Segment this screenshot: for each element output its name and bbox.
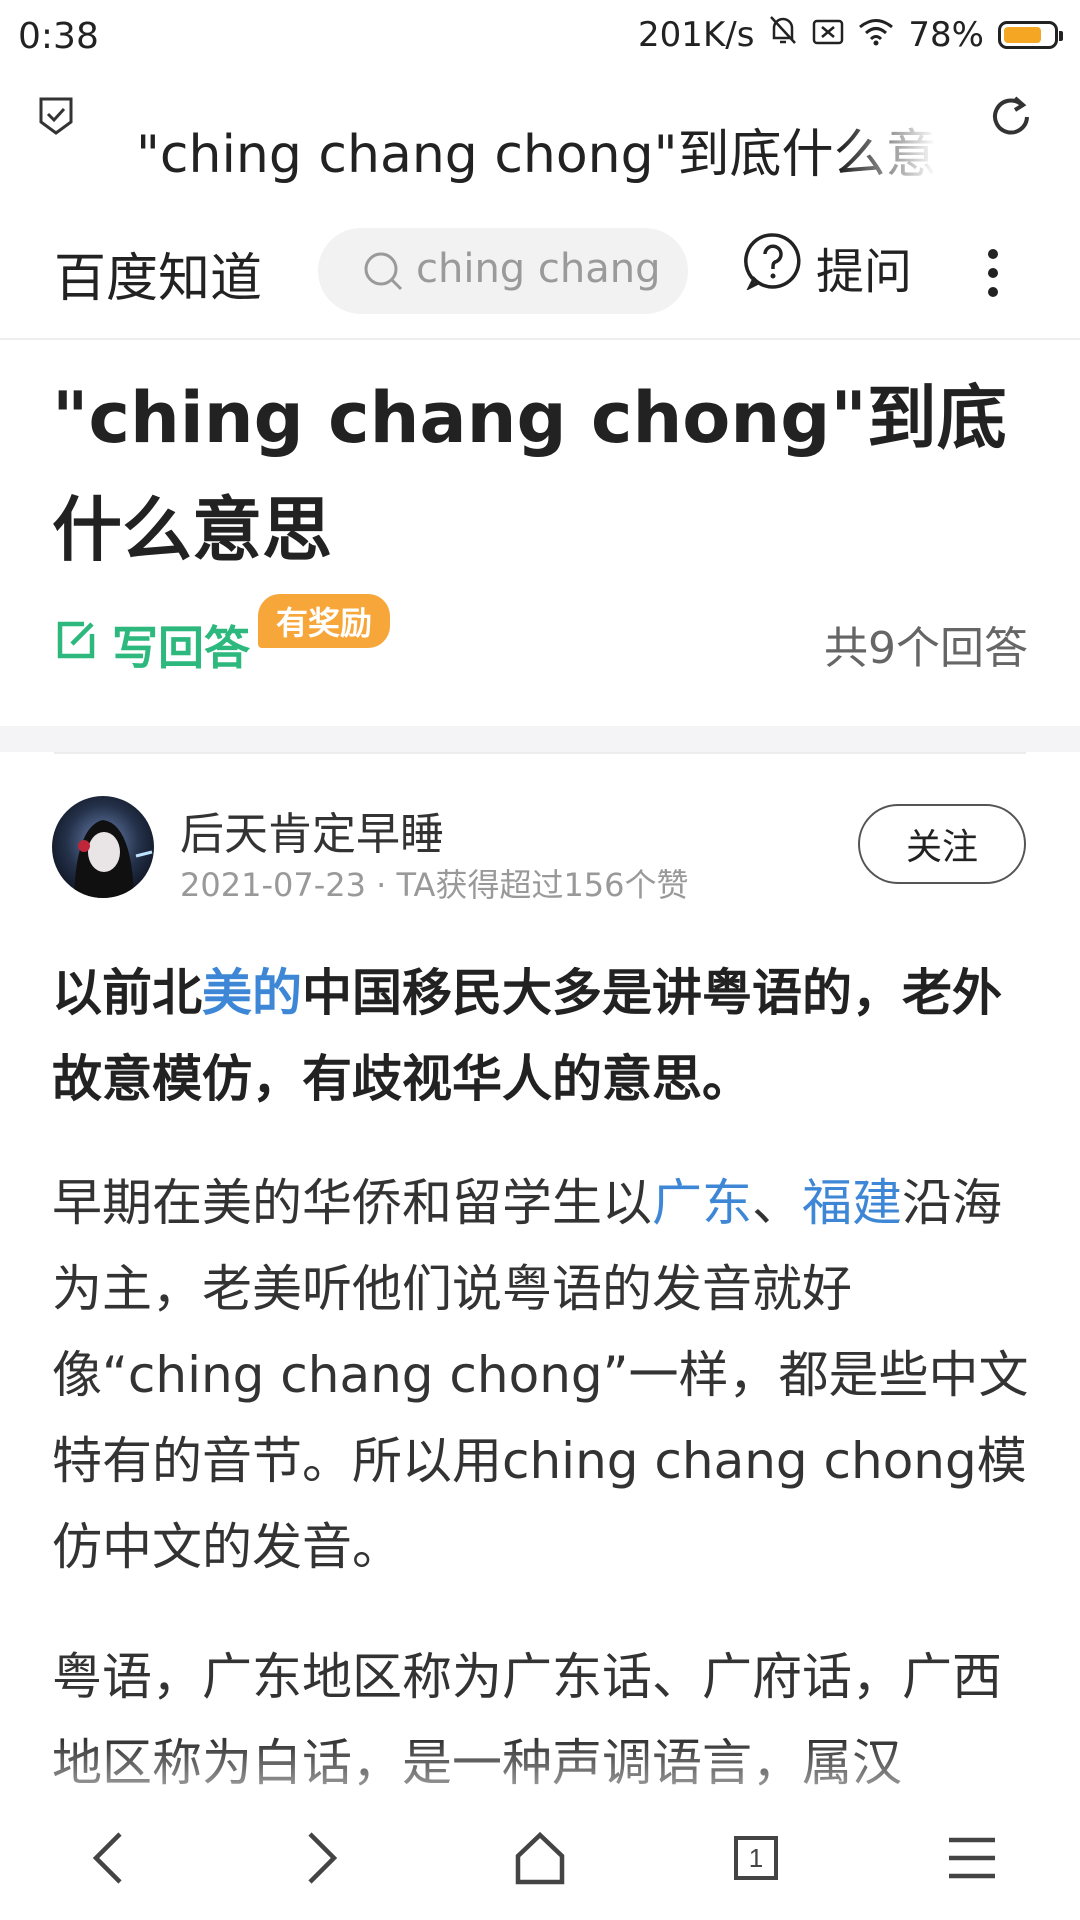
reward-badge: 有奖励 [258,594,391,648]
ask-button[interactable]: 提问 [744,232,912,302]
more-menu-icon[interactable] [986,248,1000,302]
lead-link[interactable]: 美的 [202,964,302,1022]
shield-check-icon[interactable] [38,96,74,140]
edit-icon [54,618,98,673]
battery-fill [1004,26,1041,43]
question-icon [744,232,802,302]
answer-meta: 2021-07-23 · TA获得超过156个赞 [180,866,689,904]
answer-lead: 以前北美的中国移民大多是讲粤语的，老外故意模仿，有歧视华人的意思。 [52,950,1028,1122]
bottom-navigation: 1 [0,1800,1080,1920]
wifi-icon [858,15,894,55]
status-time: 0:38 [18,16,99,57]
p2-separator: 、 [752,1174,802,1232]
p2-link-guangdong[interactable]: 广东 [652,1174,752,1232]
sim-x-icon [812,15,844,55]
bell-muted-icon [768,14,798,55]
status-right: 201K/s 78% [638,14,1063,55]
lead-text-1: 以前北 [52,964,202,1022]
refresh-icon[interactable] [988,94,1034,144]
follow-button[interactable]: 关注 [858,804,1026,884]
p2-text-2: 沿海为主，老美听他们说粤语的发音就好像“ching chang chong”一样… [52,1174,1029,1576]
search-icon [362,250,404,296]
avatar[interactable] [52,796,154,898]
network-speed: 201K/s [638,14,755,55]
ask-label: 提问 [816,244,913,300]
battery-icon [998,20,1063,49]
menu-icon[interactable] [932,1818,1012,1898]
page-url-title[interactable]: "ching chang chong"到底什么意思 [136,112,936,187]
section-divider [0,726,1080,752]
author-name[interactable]: 后天肯定早睡 [180,798,444,862]
write-answer-label: 写回答 [112,621,250,675]
site-logo[interactable]: 百度知道 [54,236,262,311]
answer-count[interactable]: 共9个回答 [824,612,1028,676]
home-icon[interactable] [500,1818,580,1898]
divider-line [54,752,1026,754]
forward-icon[interactable] [282,1818,362,1898]
search-placeholder: ching chang [416,246,661,292]
site-header: 百度知道 ching chang 提问 [0,206,1080,340]
p2-link-fujian[interactable]: 福建 [802,1174,902,1232]
url-bar[interactable]: "ching chang chong"到底什么意思 [0,76,1080,206]
battery-percent: 78% [908,14,984,55]
search-input[interactable]: ching chang [318,228,688,314]
question-title: "ching chang chong"到底什么意思 [52,377,1007,571]
status-bar: 0:38 201K/s 78% [0,0,1080,76]
p2-text-1: 早期在美的华侨和留学生以 [52,1174,652,1232]
tab-count: 1 [734,1836,778,1880]
write-answer-button[interactable]: 写回答 [54,612,250,678]
back-icon[interactable] [68,1818,148,1898]
answer-paragraph-2: 早期在美的华侨和留学生以广东、福建沿海为主，老美听他们说粤语的发音就好像“chi… [52,1160,1032,1590]
tabs-icon[interactable]: 1 [716,1818,796,1898]
